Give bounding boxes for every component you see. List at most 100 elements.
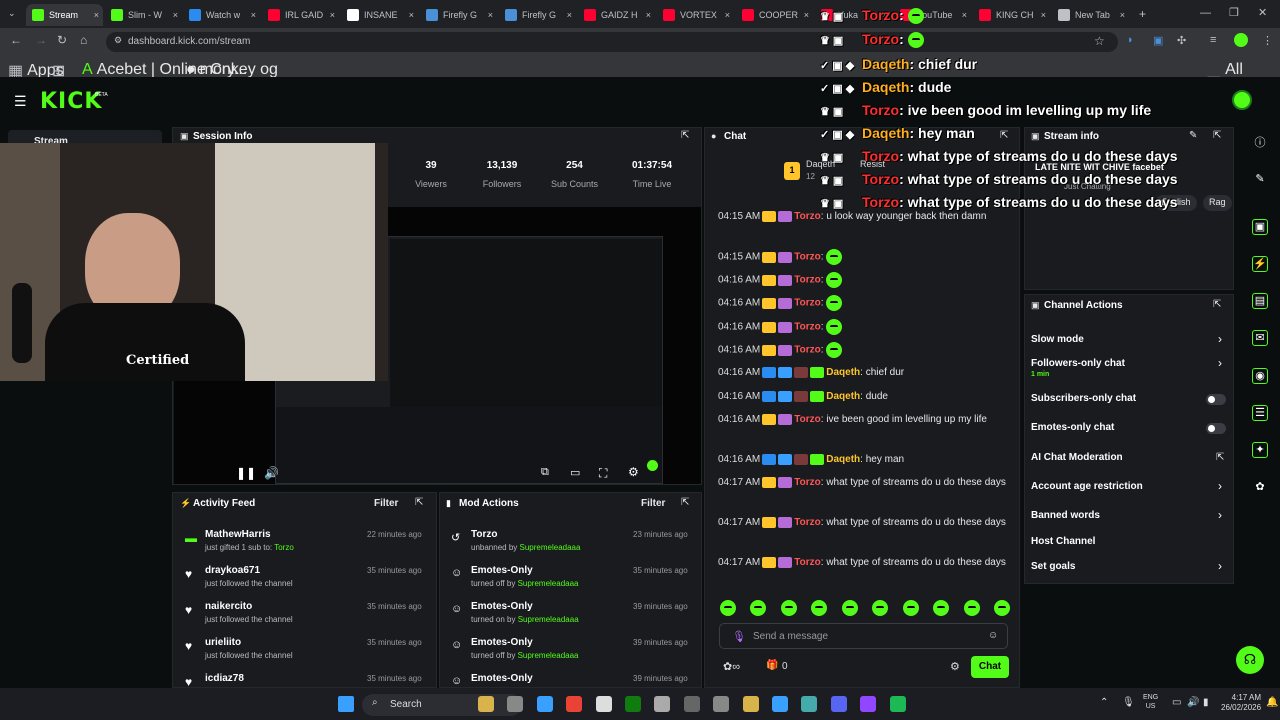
toggle-switch[interactable] (1206, 394, 1226, 405)
chat-username[interactable]: Torzo (794, 517, 820, 528)
tab-close-icon[interactable]: × (1041, 10, 1046, 20)
edge-icon[interactable] (536, 696, 553, 712)
language-indicator[interactable]: ENG US (1143, 693, 1158, 711)
browser-tab[interactable]: INSANE × (341, 4, 418, 26)
close-window-icon[interactable]: ✕ (1258, 6, 1267, 19)
notification-bell-icon[interactable]: 🔔 (1266, 697, 1278, 708)
feed-detail-user[interactable]: Torzo (274, 543, 294, 552)
mod-action-user[interactable]: Supremeleadaaa (518, 579, 579, 588)
reload-icon[interactable]: ↻ (57, 33, 67, 47)
browser-tab[interactable]: Stream × (26, 4, 103, 26)
popout-icon[interactable]: ⇱ (681, 130, 689, 141)
store-icon[interactable] (772, 696, 788, 712)
theater-icon[interactable]: ▭ (570, 466, 580, 479)
file-explorer-icon[interactable] (507, 696, 524, 712)
points-icon[interactable]: ✿∞ (723, 660, 740, 673)
extensions-puzzle-icon[interactable]: ✣ (1177, 34, 1186, 47)
lightning-icon[interactable]: ⚡ (1252, 256, 1268, 272)
quick-emote-icon[interactable] (993, 600, 1010, 616)
quick-emote-icon[interactable] (720, 600, 736, 616)
browser-tab[interactable]: COOPER × (736, 4, 813, 26)
site-info-icon[interactable]: ⚙ (114, 35, 122, 46)
address-bar[interactable]: dashboard.kick.com/stream (106, 32, 1118, 52)
chevron-right-icon[interactable]: › (1218, 508, 1222, 522)
extension-icon[interactable]: ▣ (1153, 34, 1163, 47)
mic-tray-icon[interactable]: 🎙 (1122, 697, 1135, 708)
browser-tab[interactable]: Firefly G × (420, 4, 497, 26)
tab-close-icon[interactable]: × (94, 10, 99, 20)
popout-icon[interactable]: ⇱ (1213, 299, 1221, 310)
chat-username[interactable]: Torzo (794, 414, 820, 425)
tab-close-icon[interactable]: × (330, 10, 335, 20)
maximize-icon[interactable]: ❐ (1229, 6, 1239, 19)
apps-icon[interactable]: ✿ (1252, 480, 1268, 496)
tab-close-icon[interactable]: × (409, 10, 414, 20)
app-icon[interactable] (801, 696, 818, 712)
channel-action-8[interactable]: Set goals (1031, 561, 1075, 572)
tab-close-icon[interactable]: × (962, 10, 967, 20)
emoji-icon[interactable]: ☺ (988, 630, 998, 641)
quick-emote-icon[interactable] (811, 600, 828, 616)
browser-tab[interactable]: VORTEX × (657, 4, 734, 26)
profile-avatar-icon[interactable] (1234, 33, 1248, 47)
broadcast-icon[interactable]: ◉ (1252, 368, 1268, 384)
feed-user[interactable]: draykoa671 (205, 565, 260, 576)
chat-username[interactable]: Daqeth (826, 454, 860, 465)
chevron-right-icon[interactable]: › (1218, 479, 1222, 493)
popout-icon[interactable]: ⇱ (1213, 130, 1221, 141)
chat-username[interactable]: Daqeth (826, 367, 860, 378)
settings-gear-icon[interactable]: ⚙ (628, 465, 639, 479)
tag-pill[interactable]: Rag (1203, 195, 1232, 211)
popout-icon[interactable]: ⇱ (1000, 130, 1008, 141)
chat-username[interactable]: Torzo (794, 322, 820, 333)
chat-username[interactable]: Daqeth (826, 391, 860, 402)
chat-username[interactable]: Torzo (794, 211, 820, 222)
user-avatar[interactable] (1232, 90, 1252, 110)
battery-icon[interactable]: ▮ (1203, 697, 1209, 708)
channel-action-0[interactable]: Slow mode (1031, 334, 1084, 345)
send-chat-button[interactable]: Chat (971, 656, 1009, 678)
support-headset-icon[interactable]: ☊ (1236, 646, 1264, 674)
chat-username[interactable]: Torzo (794, 345, 820, 356)
back-icon[interactable]: ← (10, 33, 22, 47)
browser-tab[interactable]: Firefly G × (499, 4, 576, 26)
tab-close-icon[interactable]: × (646, 10, 651, 20)
forward-icon[interactable]: → (35, 33, 47, 47)
quick-emote-icon[interactable] (841, 600, 858, 616)
bookmark-star-icon[interactable]: ☆ (1094, 34, 1105, 48)
explorer-icon[interactable] (742, 696, 759, 712)
channel-action-3[interactable]: Emotes-only chat (1031, 422, 1114, 433)
pencil-icon[interactable]: ✎ (1252, 172, 1268, 188)
external-link-icon[interactable]: ⇱ (1216, 452, 1224, 463)
info-circle-icon[interactable]: ⓘ (1252, 134, 1268, 150)
kick-logo[interactable]: KICK (40, 89, 102, 114)
chevron-right-icon[interactable]: › (1218, 559, 1222, 573)
browser-tab[interactable]: KING CH × (973, 4, 1050, 26)
popout-icon[interactable]: ⇱ (415, 497, 423, 508)
network-icon[interactable]: ▭ (1172, 697, 1181, 708)
volume-tray-icon[interactable]: 🔊 (1187, 697, 1199, 708)
tab-close-icon[interactable]: × (488, 10, 493, 20)
document-icon[interactable]: ▤ (1252, 293, 1268, 309)
chevron-right-icon[interactable]: › (1218, 332, 1222, 346)
channel-action-6[interactable]: Banned words (1031, 510, 1100, 521)
quick-emote-icon[interactable] (963, 600, 980, 616)
channel-action-1[interactable]: Followers-only chat (1031, 358, 1125, 369)
feed-user[interactable]: MathewHarris (205, 529, 271, 540)
folder-app-icon[interactable] (478, 696, 494, 712)
home-icon[interactable]: ⌂ (80, 33, 87, 47)
tab-close-icon[interactable]: × (804, 10, 809, 20)
tab-close-icon[interactable]: × (251, 10, 256, 20)
mod-action-user[interactable]: Supremeleadaaa (520, 543, 581, 552)
volume-icon[interactable]: 🔊 (264, 466, 279, 480)
list-icon[interactable]: ☰ (1252, 405, 1268, 421)
wrench-icon[interactable]: ✦ (1252, 442, 1268, 458)
task-icon[interactable] (654, 696, 671, 712)
quick-emote-icon[interactable] (933, 600, 950, 616)
channel-action-7[interactable]: Host Channel (1031, 536, 1095, 547)
media-icon[interactable]: ≡ (1210, 34, 1216, 46)
feed-user[interactable]: urieliito (205, 637, 241, 648)
settings-icon[interactable] (713, 696, 730, 712)
tab-close-icon[interactable]: × (173, 10, 178, 20)
chat-username[interactable]: Torzo (794, 557, 820, 568)
